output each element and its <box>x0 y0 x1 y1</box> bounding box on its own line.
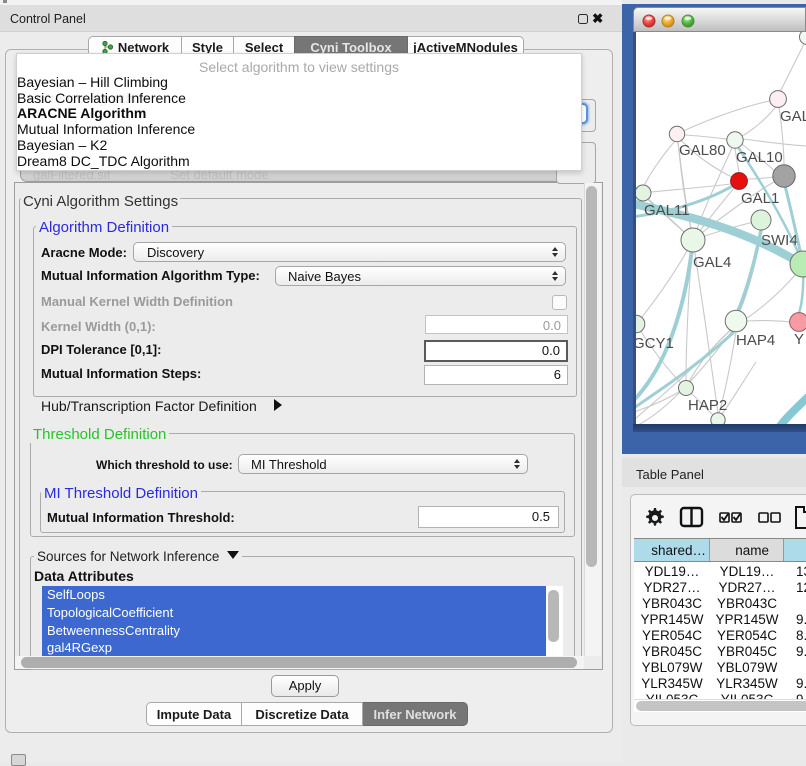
svg-text:GCY1: GCY1 <box>636 335 674 352</box>
svg-text:GAL10: GAL10 <box>736 149 783 166</box>
svg-text:HAP2: HAP2 <box>688 397 727 414</box>
svg-text:GAL4: GAL4 <box>693 254 731 271</box>
svg-text:SWI4: SWI4 <box>761 232 798 249</box>
svg-text:HAP4: HAP4 <box>736 332 775 349</box>
svg-text:GAL80: GAL80 <box>679 142 726 159</box>
svg-text:GAL1: GAL1 <box>741 190 779 207</box>
svg-text:Y: Y <box>794 331 804 348</box>
svg-text:GAL: GAL <box>780 108 806 125</box>
svg-text:GAL11: GAL11 <box>644 202 690 219</box>
